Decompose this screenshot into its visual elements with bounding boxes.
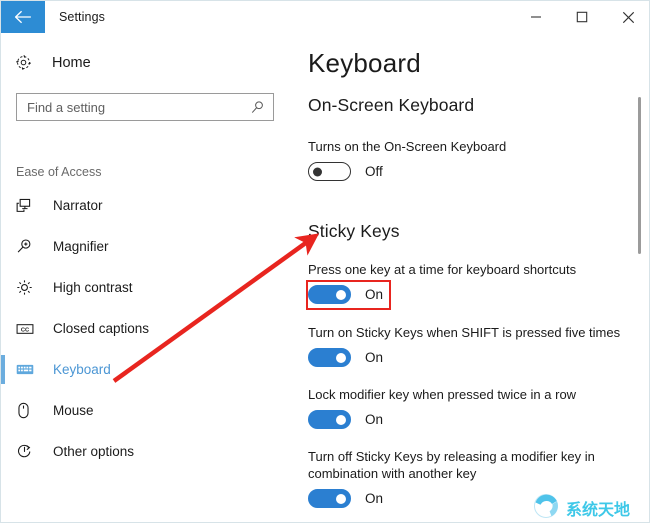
setting-description: Turn on Sticky Keys when SHIFT is presse…	[308, 325, 621, 340]
setting-description: Turn off Sticky Keys by releasing a modi…	[308, 449, 595, 481]
sidebar-item-narrator[interactable]: Narrator	[1, 185, 291, 226]
toggle-knob	[313, 167, 322, 176]
back-arrow-icon	[14, 10, 32, 24]
selection-accent-bar	[1, 273, 5, 302]
title-bar: Settings	[1, 1, 649, 33]
scrollbar-thumb[interactable]	[638, 97, 641, 254]
sidebar-item-label: Mouse	[53, 403, 94, 418]
press-one-key-toggle[interactable]	[308, 285, 351, 304]
lock-modifier-key-toggle[interactable]	[308, 410, 351, 429]
setting-description: Lock modifier key when pressed twice in …	[308, 387, 577, 402]
toggle-knob	[336, 414, 346, 425]
selection-accent-bar	[1, 355, 5, 384]
closed-captions-icon: CC	[16, 322, 38, 336]
mouse-icon	[16, 402, 38, 419]
toggle-row: Off	[308, 162, 506, 181]
toggle-state-label: On	[365, 287, 384, 302]
sidebar-item-high-contrast[interactable]: High contrast	[1, 267, 291, 308]
selection-accent-bar	[1, 232, 5, 261]
sidebar-item-other-options[interactable]: Other options	[1, 431, 291, 472]
shift-five-times-toggle[interactable]	[308, 348, 351, 367]
svg-text:CC: CC	[21, 327, 29, 333]
on-screen-keyboard-toggle[interactable]	[308, 162, 351, 181]
main-content: Keyboard On-Screen Keyboard Turns on the…	[291, 33, 649, 522]
sidebar-group-title: Ease of Access	[16, 165, 102, 179]
search-box[interactable]	[16, 93, 274, 121]
narrator-icon	[16, 197, 38, 214]
section-heading: On-Screen Keyboard	[308, 95, 475, 115]
section-heading: Sticky Keys	[308, 221, 400, 241]
setting-on-screen-keyboard-toggle: Turns on the On-Screen Keyboard Off	[308, 138, 506, 181]
title-bar-drag-area	[105, 1, 513, 33]
gear-icon	[15, 54, 37, 71]
setting-shift-five-times: Turn on Sticky Keys when SHIFT is presse…	[308, 324, 620, 367]
keyboard-icon	[16, 363, 38, 376]
setting-press-one-key: Press one key at a time for keyboard sho…	[308, 261, 576, 304]
window-title: Settings	[59, 10, 105, 24]
section-on-screen-keyboard: On-Screen Keyboard	[308, 95, 474, 116]
sidebar-item-label: Other options	[53, 444, 135, 459]
page-title: Keyboard	[308, 48, 421, 78]
toggle-knob	[336, 493, 346, 504]
maximize-icon	[576, 11, 588, 23]
close-button[interactable]	[605, 1, 649, 33]
sidebar-item-label: High contrast	[53, 280, 133, 295]
sidebar: Home Ease of Access	[1, 33, 291, 522]
sidebar-item-home[interactable]: Home	[15, 54, 91, 71]
sidebar-item-mouse[interactable]: Mouse	[1, 390, 291, 431]
selection-accent-bar	[1, 396, 5, 425]
search-icon	[250, 100, 273, 115]
window-controls	[513, 1, 649, 33]
back-button[interactable]	[1, 1, 45, 33]
toggle-row: On	[308, 489, 608, 508]
minimize-button[interactable]	[513, 1, 559, 33]
sidebar-item-label: Narrator	[53, 198, 103, 213]
settings-window: Settings Home Find a setting Ease of Acc…	[0, 0, 650, 523]
close-icon	[622, 11, 635, 24]
minimize-icon	[530, 11, 542, 23]
sidebar-item-label: Magnifier	[53, 239, 109, 254]
sidebar-nav-list: Narrator Magnifier High contrast CC Clos…	[1, 185, 291, 472]
setting-lock-modifier-key: Lock modifier key when pressed twice in …	[308, 386, 576, 429]
turn-off-sticky-keys-toggle[interactable]	[308, 489, 351, 508]
sidebar-item-magnifier[interactable]: Magnifier	[1, 226, 291, 267]
selection-accent-bar	[1, 437, 5, 466]
toggle-row: On	[308, 348, 620, 367]
selection-accent-bar	[1, 314, 5, 343]
search-input[interactable]	[17, 99, 250, 115]
magnifier-icon	[16, 238, 38, 255]
setting-turn-off-sticky-keys: Turn off Sticky Keys by releasing a modi…	[308, 448, 608, 508]
sidebar-item-label: Keyboard	[53, 362, 111, 377]
toggle-knob	[336, 289, 346, 300]
sidebar-item-home-label: Home	[52, 54, 91, 71]
sidebar-item-closed-captions[interactable]: CC Closed captions	[1, 308, 291, 349]
other-options-icon	[16, 443, 38, 460]
high-contrast-icon	[16, 279, 38, 296]
toggle-state-label: On	[365, 412, 384, 427]
toggle-row: On	[308, 285, 576, 304]
sidebar-item-label: Closed captions	[53, 321, 150, 336]
sidebar-item-keyboard[interactable]: Keyboard	[1, 349, 291, 390]
toggle-state-label: Off	[365, 164, 383, 179]
vertical-scrollbar[interactable]	[633, 33, 645, 522]
section-sticky-keys: Sticky Keys	[308, 221, 400, 242]
toggle-state-label: On	[365, 491, 384, 506]
toggle-row: On	[308, 410, 576, 429]
maximize-button[interactable]	[559, 1, 605, 33]
toggle-state-label: On	[365, 350, 384, 365]
selection-accent-bar	[1, 191, 5, 220]
toggle-knob	[336, 352, 346, 363]
setting-description: Turns on the On-Screen Keyboard	[308, 139, 507, 154]
setting-description: Press one key at a time for keyboard sho…	[308, 262, 577, 277]
